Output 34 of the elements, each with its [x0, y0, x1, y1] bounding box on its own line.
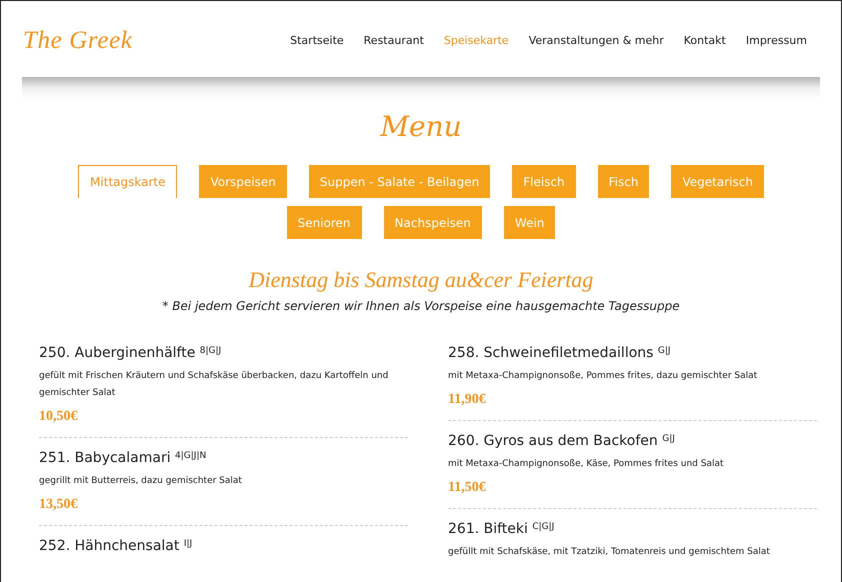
dish-title: 252. Hähnchensalat $^{I|J}$: [39, 537, 194, 556]
soup-note: * Bei jedem Gericht servieren wir Ihnen als Vorspeise eine hausgemachte Tagessuppe: [162, 298, 680, 315]
menu-tab[interactable]: Fleisch: [512, 165, 576, 198]
dish-title: 260. Gyros aus dem Backofen $^{G|J}$: [448, 432, 676, 451]
menu-tab[interactable]: Vorspeisen: [199, 165, 287, 198]
dish-price: 13,50€: [39, 496, 78, 514]
dish-price: 11,50€: [448, 479, 487, 497]
menu-tab[interactable]: Vegetarisch: [671, 165, 764, 198]
dish-title: 261. Bifteki $^{C|G|J}$: [448, 520, 556, 539]
nav-link[interactable]: Veranstaltungen & mehr: [528, 32, 664, 50]
nav-link[interactable]: Restaurant: [364, 32, 424, 50]
menu-tab[interactable]: Wein: [504, 206, 556, 239]
menu-tab[interactable]: Senioren: [286, 206, 362, 239]
dish-title: 250. Auberginenhälfte $^{8|G|J}$: [39, 344, 222, 363]
menu-heading: Menu: [380, 113, 462, 141]
dish-title: 251. Babycalamari $^{4|G|J|N}$: [39, 449, 208, 468]
site-logo[interactable]: The Greek: [23, 18, 133, 60]
dish-title: 258. Schweinefiletmedaillons $^{G|J}$: [448, 344, 672, 363]
dish-description: gefüllt mit Schafskäse, mit Tzatziki, Tomatenreis und gemischtem Salat: [448, 546, 771, 559]
nav-link[interactable]: Impressum: [746, 32, 807, 50]
dish-description: mit Metaxa-Champignonsoße, Pommes frites, dazu gemischter Salat: [448, 370, 758, 383]
dish-price: 10,50€: [39, 408, 78, 426]
dish-description: gefült mit Frischen Kräutern und Schafskäse überbacken, dazu Kartoffeln und gemischter Salat: [39, 370, 390, 400]
dish-price: 11,90€: [448, 391, 487, 409]
dish-description: gegrillt mit Butterreis, dazu gemischter Salat: [39, 475, 243, 488]
menu-tab[interactable]: Nachspeisen: [384, 206, 482, 239]
menu-tab[interactable]: Fisch: [598, 165, 650, 198]
section-title: Dienstag bis Samstag au&cer Feiertag: [248, 269, 594, 291]
nav-link[interactable]: Speisekarte: [444, 32, 509, 50]
dish-description: mit Metaxa-Champignonsoße, Käse, Pommes frites und Salat: [448, 458, 725, 471]
menu-tab[interactable]: Suppen - Salate - Beilagen: [308, 165, 490, 198]
nav-link[interactable]: Kontakt: [684, 32, 726, 50]
menu-tab[interactable]: Mittagskarte: [78, 165, 178, 198]
nav-link[interactable]: Startseite: [290, 32, 344, 50]
